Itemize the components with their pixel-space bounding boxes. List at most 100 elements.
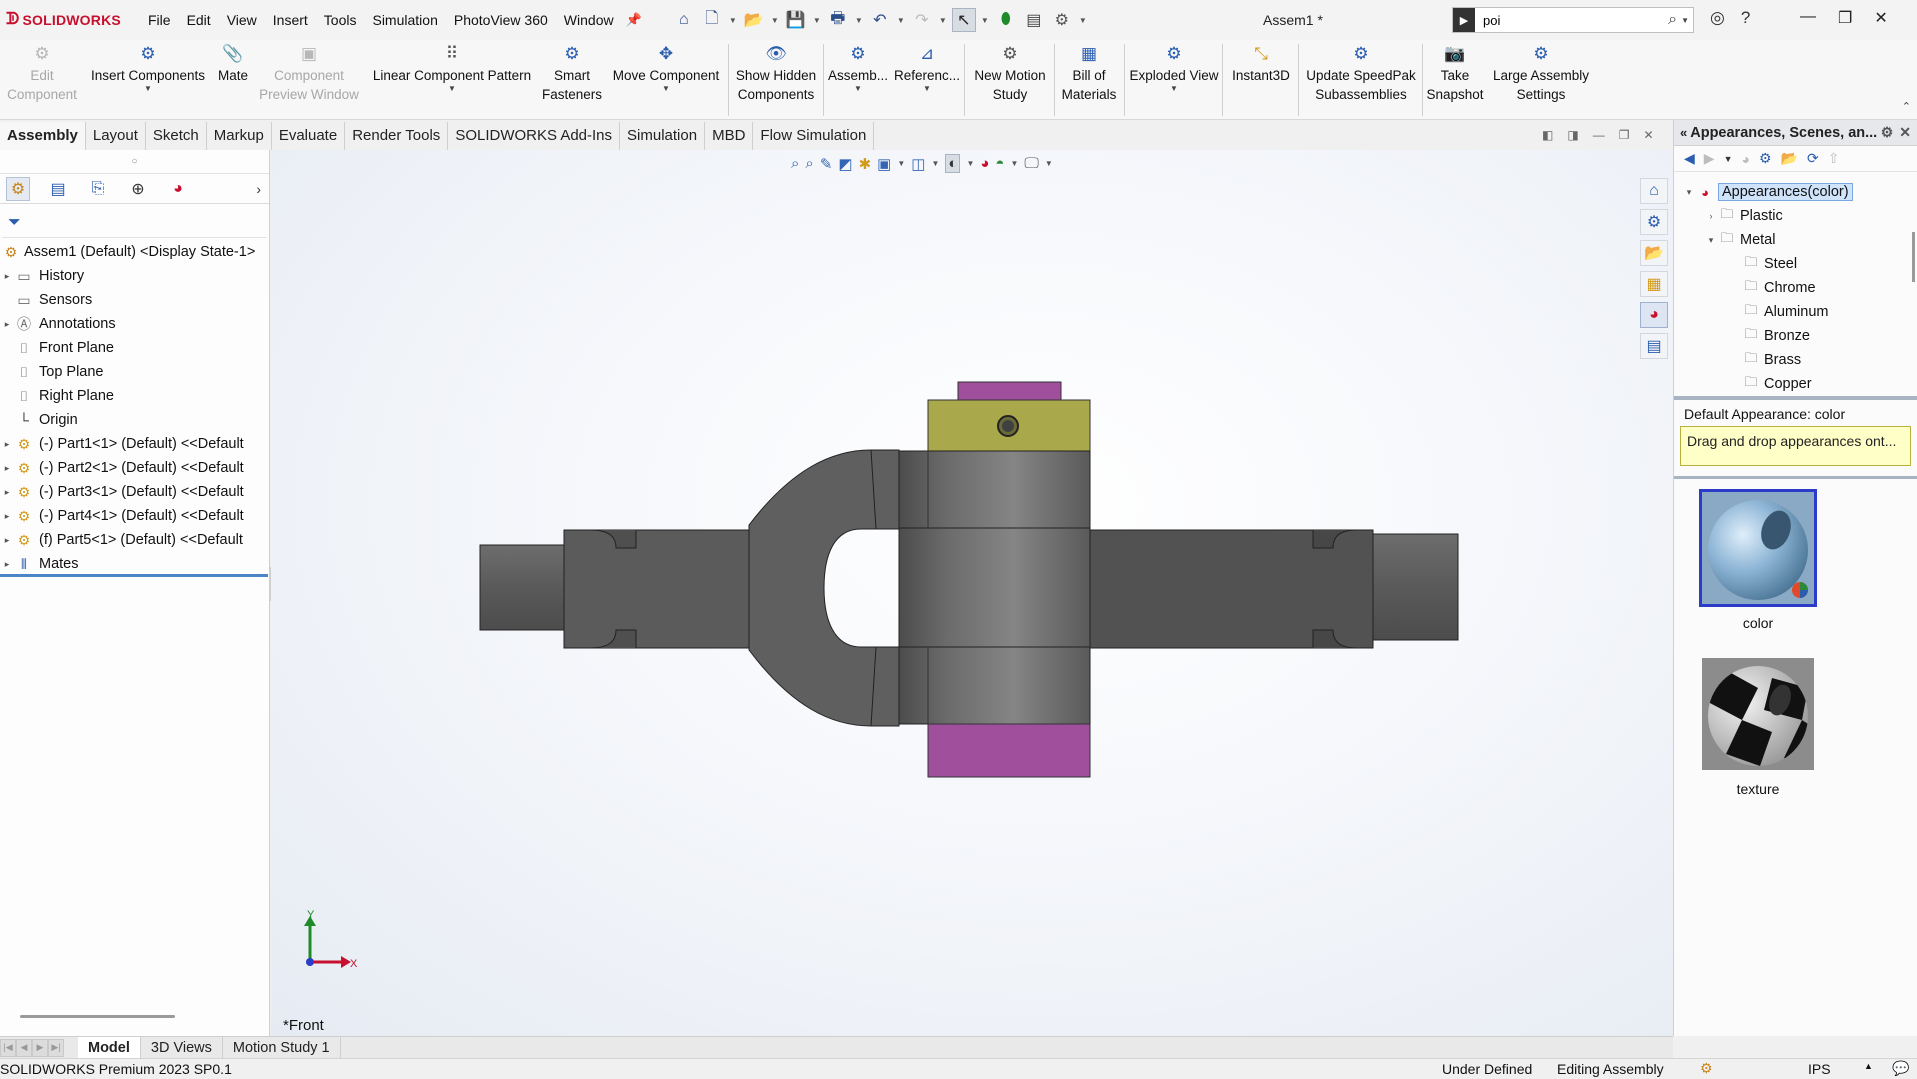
design-library-icon[interactable]: ⚙ bbox=[1640, 209, 1668, 235]
yoke[interactable] bbox=[748, 449, 900, 727]
expand-icon[interactable]: › bbox=[1704, 211, 1718, 221]
open-folder-icon[interactable]: 📂 bbox=[742, 8, 766, 32]
tree-item-history[interactable]: ▸ ▭ History bbox=[0, 264, 269, 288]
linear-pattern-dropdown-icon[interactable]: ▼ bbox=[366, 85, 538, 93]
first-tab-icon[interactable]: |◀ bbox=[0, 1038, 16, 1057]
collapse-icon[interactable]: ▾ bbox=[1682, 187, 1696, 198]
tab-assembly[interactable]: Assembly bbox=[0, 122, 86, 150]
prev-tab-icon[interactable]: ◀ bbox=[16, 1038, 32, 1057]
previous-view-icon[interactable]: ✎ bbox=[820, 155, 833, 173]
undo-dropdown-icon[interactable]: ▼ bbox=[896, 16, 906, 25]
appearance-folder-brass[interactable]: 🗀 Brass bbox=[1674, 348, 1917, 372]
zoom-to-area-icon[interactable]: ⌕ bbox=[805, 155, 813, 172]
save-dropdown-icon[interactable]: ▼ bbox=[812, 16, 822, 25]
redo-icon[interactable]: ↷ bbox=[910, 8, 934, 32]
appearance-swatch-color[interactable]: color bbox=[1699, 489, 1817, 631]
assembly-features-dropdown-icon[interactable]: ▼ bbox=[826, 85, 890, 93]
move-component-dropdown-icon[interactable]: ▼ bbox=[608, 85, 724, 93]
zoom-to-fit-icon[interactable]: ⌕ bbox=[791, 155, 799, 172]
open-dropdown-icon[interactable]: ▼ bbox=[770, 16, 780, 25]
dimxpert-icon[interactable]: ⊕ bbox=[126, 177, 150, 201]
tab-mbd[interactable]: MBD bbox=[705, 122, 754, 150]
property-manager-icon[interactable]: ▤ bbox=[46, 177, 70, 201]
doc-restore-icon[interactable]: ❐ bbox=[1619, 128, 1630, 142]
mate-button[interactable]: 📎 Mate bbox=[212, 44, 254, 85]
doc-close-icon[interactable]: ✕ bbox=[1643, 128, 1653, 142]
new-motion-study-button[interactable]: ⚙ New Motion Study bbox=[968, 44, 1052, 104]
view-orientation-icon[interactable]: ▣ bbox=[877, 155, 891, 173]
left-shaft-stub[interactable] bbox=[479, 544, 565, 631]
redo-dropdown-icon[interactable]: ▼ bbox=[938, 16, 948, 25]
edit-appearance-icon[interactable]: ◕ bbox=[980, 155, 989, 172]
up-level-icon[interactable]: ⇧ bbox=[1828, 150, 1840, 167]
expand-icon[interactable]: ▸ bbox=[0, 271, 14, 282]
history-dropdown-icon[interactable]: ▼ bbox=[1724, 154, 1733, 164]
tab-3d-views[interactable]: 3D Views bbox=[141, 1036, 223, 1059]
home-icon[interactable]: ⌂ bbox=[672, 8, 696, 32]
close-icon[interactable]: ✕ bbox=[1874, 8, 1887, 28]
exploded-view-button[interactable]: ⚙ Exploded View ▼ bbox=[1128, 44, 1220, 93]
collapse-ribbon-icon[interactable]: ⌃ bbox=[1902, 100, 1911, 113]
scene-dropdown-icon[interactable]: ▼ bbox=[1010, 159, 1018, 168]
command-search-icon[interactable]: ▶ bbox=[1453, 8, 1475, 32]
tree-item-annotations[interactable]: ▸ Ⓐ Annotations bbox=[0, 312, 269, 336]
expand-icon[interactable]: ▸ bbox=[0, 487, 14, 498]
restore-icon[interactable]: ❐ bbox=[1838, 8, 1852, 28]
apply-scene-icon[interactable]: ◓ bbox=[995, 155, 1004, 172]
menu-file[interactable]: File bbox=[140, 0, 179, 40]
tree-item-part1[interactable]: ▸ ⚙ (-) Part1<1> (Default) <<Default bbox=[0, 432, 269, 456]
tab-layout[interactable]: Layout bbox=[85, 122, 146, 150]
search-dropdown-icon[interactable]: ▼ bbox=[1681, 16, 1693, 25]
dynamic-annotation-icon[interactable]: ✱ bbox=[859, 155, 872, 173]
tree-item-part2[interactable]: ▸ ⚙ (-) Part2<1> (Default) <<Default bbox=[0, 456, 269, 480]
back-arrow-icon[interactable]: ◀ bbox=[1684, 150, 1695, 167]
expand-icon[interactable]: ▸ bbox=[0, 319, 14, 330]
menu-simulation[interactable]: Simulation bbox=[364, 0, 445, 40]
view-palette-icon[interactable]: ▦ bbox=[1640, 271, 1668, 297]
take-snapshot-button[interactable]: 📷 Take Snapshot bbox=[1424, 44, 1486, 104]
hide-show-dropdown-icon[interactable]: ▼ bbox=[966, 159, 974, 168]
pane-divider[interactable] bbox=[1674, 476, 1917, 479]
reference-geometry-dropdown-icon[interactable]: ▼ bbox=[894, 85, 960, 93]
tree-item-sensors[interactable]: ▭ Sensors bbox=[0, 288, 269, 312]
save-icon[interactable]: 💾 bbox=[784, 8, 808, 32]
tree-item-mates[interactable]: ▸ ⫴ Mates bbox=[0, 552, 269, 576]
tree-filter[interactable]: ⏷ bbox=[2, 208, 267, 238]
search-input[interactable] bbox=[1475, 9, 1665, 31]
display-style-dropdown-icon[interactable]: ▼ bbox=[931, 159, 939, 168]
panel-grip[interactable]: ○ bbox=[0, 150, 269, 174]
task-pane-close-icon[interactable]: ✕ bbox=[1899, 124, 1911, 141]
section-view-icon[interactable]: ◩ bbox=[838, 155, 852, 173]
appearances-icon[interactable]: ◕ bbox=[1640, 302, 1668, 328]
configuration-manager-icon[interactable]: ⎘ bbox=[86, 177, 110, 201]
rebuild-status-icon[interactable]: ⚙ bbox=[1700, 1060, 1713, 1077]
expand-icon[interactable]: ▸ bbox=[0, 535, 14, 546]
appearance-folder-metal[interactable]: ▾ 🗀 Metal bbox=[1674, 228, 1917, 252]
tree-item-part4[interactable]: ▸ ⚙ (-) Part4<1> (Default) <<Default bbox=[0, 504, 269, 528]
user-account-icon[interactable]: ◎ bbox=[1710, 8, 1725, 28]
horizontal-scrollbar[interactable] bbox=[20, 1015, 175, 1018]
collapse-icon[interactable]: ▾ bbox=[1704, 235, 1718, 246]
tree-item-part3[interactable]: ▸ ⚙ (-) Part3<1> (Default) <<Default bbox=[0, 480, 269, 504]
tile-right-icon[interactable]: ◨ bbox=[1567, 128, 1578, 142]
bottom-purple-cap[interactable] bbox=[927, 723, 1091, 778]
chevron-right-icon[interactable]: › bbox=[256, 181, 261, 197]
search-icon[interactable]: ⌕ bbox=[1664, 11, 1681, 29]
update-speedpak-button[interactable]: ⚙ Update SpeedPak Subassemblies bbox=[1302, 44, 1420, 104]
tab-sketch[interactable]: Sketch bbox=[145, 122, 207, 150]
component-preview-button[interactable]: ▣ Component Preview Window bbox=[258, 44, 360, 104]
doc-minimize-icon[interactable]: — bbox=[1593, 128, 1605, 142]
task-pane-settings-gear-icon[interactable]: ⚙ bbox=[1881, 124, 1894, 141]
menu-photoview[interactable]: PhotoView 360 bbox=[446, 0, 556, 40]
linear-pattern-button[interactable]: ⠿ Linear Component Pattern ▼ bbox=[366, 44, 538, 93]
insert-components-button[interactable]: ⚙ Insert Components ▼ bbox=[86, 44, 210, 93]
appearance-swatch-texture[interactable]: texture bbox=[1702, 658, 1814, 797]
forward-arrow-icon[interactable]: ▶ bbox=[1704, 150, 1715, 167]
appearance-folder-plastic[interactable]: › 🗀 Plastic bbox=[1674, 204, 1917, 228]
edit-component-button[interactable]: ⚙ Edit Component bbox=[4, 44, 80, 104]
tab-flow-simulation[interactable]: Flow Simulation bbox=[753, 122, 875, 150]
assembly-features-button[interactable]: ⚙ Assemb... ▼ bbox=[826, 44, 890, 93]
view-settings-dropdown-icon[interactable]: ▼ bbox=[1045, 159, 1053, 168]
view-orientation-dropdown-icon[interactable]: ▼ bbox=[897, 159, 905, 168]
appearance-folder-aluminum[interactable]: 🗀 Aluminum bbox=[1674, 300, 1917, 324]
